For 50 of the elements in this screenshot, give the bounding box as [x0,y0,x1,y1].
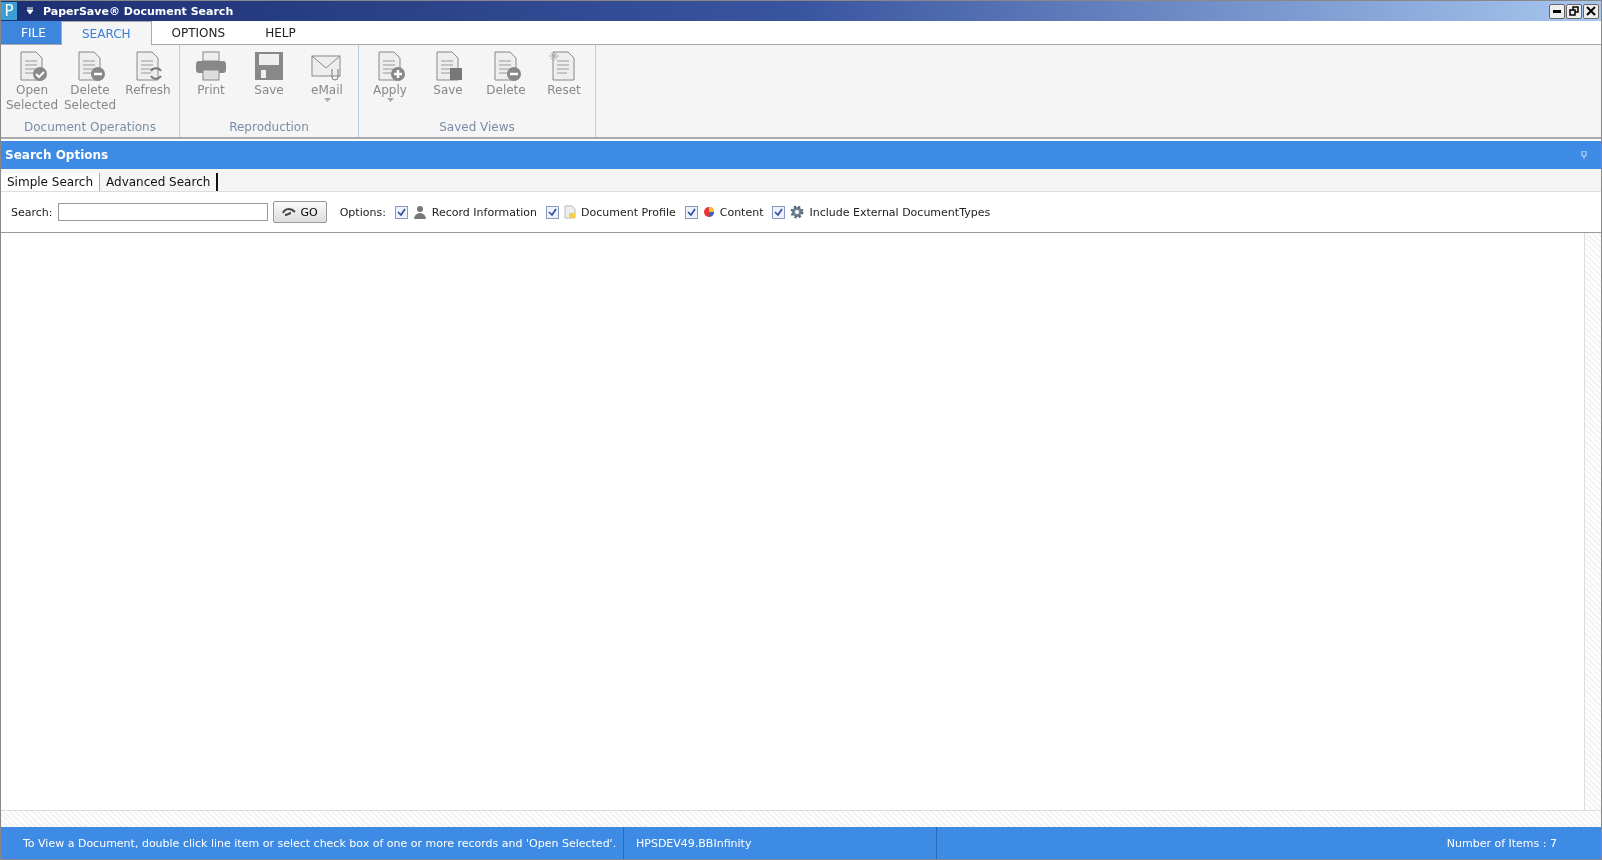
option-label: Record Information [431,205,538,219]
ribbon-tab[interactable]: HELP [245,21,316,44]
group-label: Saved Views [439,120,515,134]
go-button[interactable]: GO [272,201,327,223]
panel-title: Search Options [5,148,109,162]
ribbon-button[interactable]: Save [240,49,298,120]
ribbon-button[interactable]: Print [182,49,240,120]
ribbon-button[interactable]: Refresh [119,49,177,120]
ribbon-tab[interactable]: FILE [1,21,61,44]
printer-icon [194,49,228,83]
ribbon-button[interactable]: Delete Selected [61,49,119,120]
gear-icon [790,205,805,219]
pie-chart-icon [702,206,715,218]
group-label: Document Operations [24,120,156,134]
option-label: Include External DocumentTypes [809,205,991,219]
restore-icon [1569,6,1579,16]
ribbon-button[interactable]: Open Selected [3,49,61,120]
option-checkbox[interactable] [684,205,698,219]
search-label: Search: [11,205,53,219]
ribbon-button[interactable]: Reset [535,49,593,120]
close-button[interactable] [1583,3,1599,19]
minimize-icon [1553,9,1561,13]
ribbon-button[interactable]: Delete [477,49,535,120]
ribbon-button[interactable]: eMail [298,49,356,120]
search-field[interactable] [57,203,268,221]
restore-button[interactable] [1566,3,1582,19]
ribbon-tab[interactable]: OPTIONS [151,21,246,44]
option-label: Content [719,205,764,219]
option-label: Document Profile [581,205,676,219]
dropdown-arrow-icon[interactable] [25,7,35,15]
search-tab[interactable]: Simple Search [1,173,100,191]
group-label: Reproduction [229,120,309,134]
option-checkbox[interactable] [772,205,786,219]
ribbon-button[interactable]: Apply [361,49,419,120]
status-hint: To View a Document, double click line item or select check box of one or more records and 'Open Selected'. [1,827,624,859]
status-server: HPSDEV49.BBInfinity [624,827,937,859]
close-icon [1586,6,1596,16]
vertical-scrollbar[interactable] [1584,233,1601,810]
options-label: Options: [339,205,386,219]
document-icon [564,205,577,219]
option-checkbox[interactable] [394,205,408,219]
minimize-button[interactable] [1549,3,1565,19]
window-title: PaperSave® Document Search [43,4,234,18]
option-checkbox[interactable] [546,205,560,219]
app-logo-icon: P [1,2,17,20]
status-count: Number of Items : 7 [1445,836,1558,850]
ribbon-tab[interactable]: SEARCH [61,21,152,45]
person-icon [412,205,427,219]
horizontal-scrollbar[interactable] [1,810,1601,827]
ribbon-button[interactable]: Save [419,49,477,120]
